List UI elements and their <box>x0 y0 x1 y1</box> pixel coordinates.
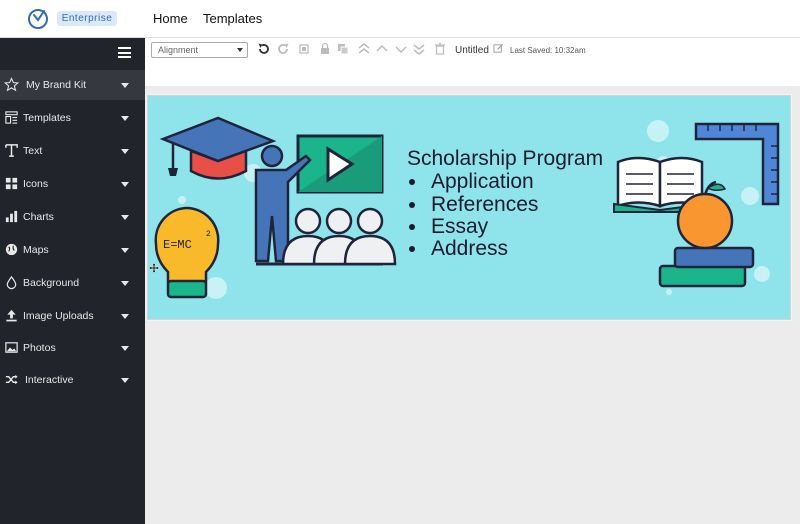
globe-icon <box>5 243 18 256</box>
undo-icon[interactable] <box>257 42 271 56</box>
sidebar-item-label: Charts <box>23 211 54 223</box>
sidebar-item-maps[interactable]: Maps <box>0 235 145 265</box>
equation-text: E=MC <box>163 238 192 252</box>
move-down-icon[interactable] <box>394 42 408 56</box>
chevron-down-icon <box>121 248 129 253</box>
sidebar-item-label: Maps <box>23 244 49 256</box>
set-square-icon <box>694 122 780 206</box>
chevron-down-icon <box>121 116 129 121</box>
nav-templates[interactable]: Templates <box>203 11 262 26</box>
photo-icon <box>5 342 18 353</box>
send-to-back-icon[interactable] <box>412 42 426 56</box>
sidebar-item-label: Photos <box>23 342 56 354</box>
sidebar-item-templates[interactable]: Templates <box>0 103 145 133</box>
redo-icon[interactable] <box>276 42 290 56</box>
star-icon <box>4 77 19 92</box>
bar-chart-icon <box>5 210 18 223</box>
bullet-item: Address <box>409 237 508 261</box>
bullet-item: References <box>409 193 538 217</box>
alignment-select[interactable]: Alignment <box>151 42 248 58</box>
sidebar-item-image-uploads[interactable]: Image Uploads <box>0 301 145 331</box>
text-icon <box>5 144 18 157</box>
bring-to-front-icon[interactable] <box>357 42 371 56</box>
trash-icon[interactable] <box>433 42 447 56</box>
sidebar-item-photos[interactable]: Photos <box>0 333 145 363</box>
sidebar-item-text[interactable]: Text <box>0 136 145 166</box>
sidebar-item-icons[interactable]: Icons <box>0 169 145 199</box>
crop-icon[interactable] <box>297 42 311 56</box>
edit-icon[interactable] <box>493 43 504 54</box>
chevron-down-icon <box>121 83 129 88</box>
shuffle-icon <box>5 374 18 385</box>
chevron-down-icon <box>121 182 129 187</box>
drop-icon <box>6 275 17 290</box>
templates-icon <box>5 111 18 124</box>
bullet-item: Application <box>409 170 534 194</box>
icons-grid-icon <box>5 177 18 190</box>
sidebar-item-charts[interactable]: Charts <box>0 202 145 232</box>
chevron-down-icon <box>121 149 129 154</box>
sidebar-item-interactive[interactable]: Interactive <box>0 365 145 395</box>
nav-home[interactable]: Home <box>153 11 188 26</box>
chevron-down-icon <box>121 378 129 383</box>
chevron-down-icon <box>121 215 129 220</box>
upload-icon <box>6 309 17 322</box>
banner-title: Scholarship Program <box>407 147 604 170</box>
move-cursor-icon <box>149 263 159 273</box>
toolbar: Alignment Untitled Last Saved: 10:32am <box>145 38 800 86</box>
chevron-down-icon <box>121 346 129 351</box>
equation-exponent: 2 <box>206 230 211 239</box>
sidebar-item-label: Icons <box>23 178 49 190</box>
sidebar-item-label: Image Uploads <box>23 310 94 322</box>
sidebar-item-label: My Brand Kit <box>26 79 87 91</box>
bullet-item: Essay <box>409 215 488 239</box>
sidebar-item-label: Templates <box>23 112 71 124</box>
sidebar-item-label: Text <box>23 145 43 157</box>
duplicate-icon[interactable] <box>336 42 350 56</box>
lock-icon[interactable] <box>318 42 332 56</box>
banner-graphic[interactable]: E=MC 2 Scholarship Program Application R… <box>147 95 791 320</box>
alignment-select-value: Alignment <box>158 45 199 55</box>
chevron-down-icon <box>121 281 129 286</box>
sidebar-item-background[interactable]: Background <box>0 268 145 298</box>
chevron-down-icon <box>237 48 243 52</box>
sidebar-item-label: Background <box>23 277 80 289</box>
sidebar: My Brand Kit Templates Text Icons Charts… <box>0 38 145 524</box>
last-saved-status: Last Saved: 10:32am <box>510 46 586 55</box>
sidebar-item-label: Interactive <box>25 374 74 386</box>
move-up-icon[interactable] <box>375 42 389 56</box>
chevron-down-icon <box>121 314 129 319</box>
logo-icon[interactable] <box>26 6 50 30</box>
top-bar: Enterprise Home Templates <box>0 0 800 38</box>
menu-icon[interactable] <box>118 47 131 58</box>
sidebar-item-my-brand-kit[interactable]: My Brand Kit <box>0 70 145 100</box>
audience-icon <box>281 207 397 266</box>
document-title[interactable]: Untitled <box>455 45 489 56</box>
plan-badge: Enterprise <box>57 11 117 26</box>
